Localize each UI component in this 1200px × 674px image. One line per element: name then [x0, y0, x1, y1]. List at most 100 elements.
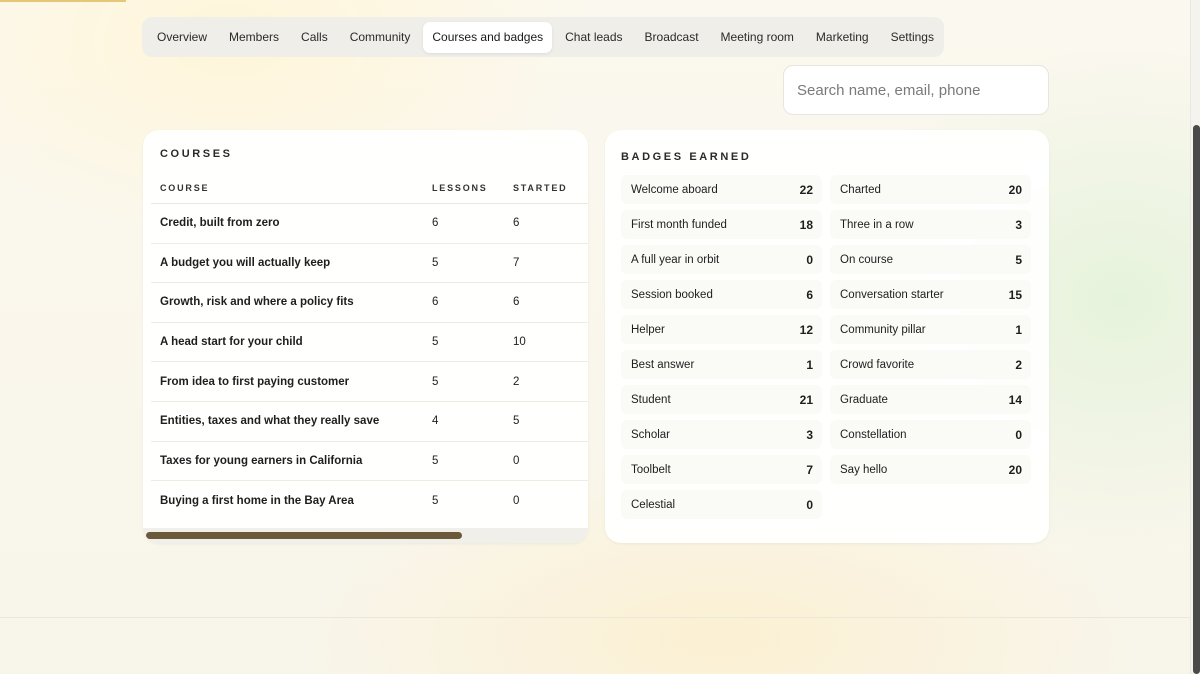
badge-count: 1	[806, 357, 813, 372]
courses-table: COURSE LESSONS STARTED Credit, built fro…	[151, 172, 588, 521]
column-header-started: STARTED	[513, 182, 568, 193]
horizontal-scrollbar-thumb[interactable]	[146, 532, 462, 539]
tab-calls[interactable]: Calls	[292, 22, 337, 53]
badge-item: First month funded 18	[621, 210, 822, 239]
badge-name: Helper	[631, 323, 665, 336]
course-started: 0	[513, 454, 520, 467]
courses-card: COURSES COURSE LESSONS STARTED Credit, b…	[143, 130, 588, 543]
badge-item: On course 5	[830, 245, 1031, 274]
badge-name: Graduate	[840, 393, 888, 406]
table-row[interactable]: Entities, taxes and what they really sav…	[151, 402, 588, 442]
badge-item: Welcome aboard 22	[621, 175, 822, 204]
badge-name: Constellation	[840, 428, 907, 441]
badge-name: On course	[840, 253, 894, 266]
course-started: 10	[513, 336, 526, 349]
tab-settings[interactable]: Settings	[882, 22, 943, 53]
badges-card: BADGES EARNED Welcome aboard 22 Charted 20…	[605, 130, 1049, 543]
badge-name: A full year in orbit	[631, 253, 720, 266]
badge-item: Three in a row 3	[830, 210, 1031, 239]
course-lessons: 5	[432, 494, 439, 507]
course-started: 2	[513, 375, 520, 388]
badge-name: Community pillar	[840, 323, 926, 336]
top-accent-line	[0, 0, 126, 2]
badge-count: 21	[799, 392, 813, 407]
badge-item: Graduate 14	[830, 385, 1031, 414]
vertical-scrollbar-thumb[interactable]	[1193, 125, 1200, 674]
tab-marketing[interactable]: Marketing	[807, 22, 878, 53]
badges-grid: Welcome aboard 22 Charted 20 First month f…	[621, 175, 1032, 519]
course-name: Entities, taxes and what they really sav…	[160, 415, 380, 428]
tab-broadcast[interactable]: Broadcast	[636, 22, 708, 53]
badge-item: Student 21	[621, 385, 822, 414]
tab-chat-leads[interactable]: Chat leads	[556, 22, 631, 53]
badge-name: Three in a row	[840, 218, 914, 231]
table-row[interactable]: From idea to first paying customer 5 2	[151, 362, 588, 402]
badge-item: Conversation starter 15	[830, 280, 1031, 309]
table-row[interactable]: A budget you will actually keep 5 7	[151, 244, 588, 284]
course-started: 5	[513, 415, 520, 428]
course-name: Taxes for young earners in California	[160, 454, 363, 467]
badge-count: 0	[1015, 427, 1022, 442]
tab-courses-and-badges[interactable]: Courses and badges	[423, 21, 553, 53]
badge-count: 20	[1008, 182, 1022, 197]
tab-members[interactable]: Members	[220, 22, 288, 53]
badge-item: Helper 12	[621, 315, 822, 344]
badge-name: Scholar	[631, 428, 670, 441]
courses-title: COURSES	[160, 148, 233, 160]
course-name: A head start for your child	[160, 336, 303, 349]
course-name: Growth, risk and where a policy fits	[160, 296, 354, 309]
course-lessons: 5	[432, 336, 439, 349]
course-started: 7	[513, 256, 520, 269]
badge-count: 0	[806, 497, 813, 512]
badge-item: A full year in orbit 0	[621, 245, 822, 274]
course-lessons: 5	[432, 454, 439, 467]
search-input[interactable]	[797, 81, 1035, 99]
badge-name: Conversation starter	[840, 288, 944, 301]
badge-count: 18	[799, 217, 813, 232]
badge-item: Scholar 3	[621, 420, 822, 449]
horizontal-scrollbar[interactable]	[143, 528, 588, 543]
course-name: Credit, built from zero	[160, 217, 280, 230]
tab-bar: Overview Members Calls Community Courses…	[142, 17, 944, 57]
tab-overview[interactable]: Overview	[148, 22, 216, 53]
badge-name: Toolbelt	[631, 463, 671, 476]
badge-count: 2	[1015, 357, 1022, 372]
course-started: 0	[513, 494, 520, 507]
badge-name: Student	[631, 393, 671, 406]
badges-title: BADGES EARNED	[621, 151, 752, 163]
badge-count: 12	[799, 322, 813, 337]
badge-name: Crowd favorite	[840, 358, 915, 371]
course-lessons: 5	[432, 375, 439, 388]
badge-item: Constellation 0	[830, 420, 1031, 449]
tab-community[interactable]: Community	[341, 22, 420, 53]
table-row[interactable]: A head start for your child 5 10	[151, 323, 588, 363]
badge-name: Welcome aboard	[631, 183, 718, 196]
badge-item: Community pillar 1	[830, 315, 1031, 344]
vertical-scrollbar[interactable]	[1190, 0, 1200, 674]
table-row[interactable]: Growth, risk and where a policy fits 6 6	[151, 283, 588, 323]
badge-item: Crowd favorite 2	[830, 350, 1031, 379]
badge-count: 6	[806, 287, 813, 302]
badge-count: 22	[799, 182, 813, 197]
courses-table-header: COURSE LESSONS STARTED	[151, 172, 588, 204]
column-header-course: COURSE	[160, 182, 210, 193]
badge-count: 3	[806, 427, 813, 442]
badge-name: Say hello	[840, 463, 888, 476]
badge-name: First month funded	[631, 218, 727, 231]
badge-count: 5	[1015, 252, 1022, 267]
badge-item: Celestial 0	[621, 490, 822, 519]
course-lessons: 5	[432, 256, 439, 269]
badge-item: Charted 20	[830, 175, 1031, 204]
badge-count: 7	[806, 462, 813, 477]
badge-name: Best answer	[631, 358, 695, 371]
badge-count: 20	[1008, 462, 1022, 477]
table-row[interactable]: Credit, built from zero 6 6	[151, 204, 588, 244]
tab-meeting-room[interactable]: Meeting room	[712, 22, 803, 53]
badge-name: Celestial	[631, 498, 676, 511]
badge-name: Charted	[840, 183, 881, 196]
badge-count: 0	[806, 252, 813, 267]
table-row[interactable]: Taxes for young earners in California 5 …	[151, 442, 588, 482]
course-lessons: 6	[432, 217, 439, 230]
search-box	[783, 65, 1049, 115]
table-row[interactable]: Buying a first home in the Bay Area 5 0	[151, 481, 588, 521]
